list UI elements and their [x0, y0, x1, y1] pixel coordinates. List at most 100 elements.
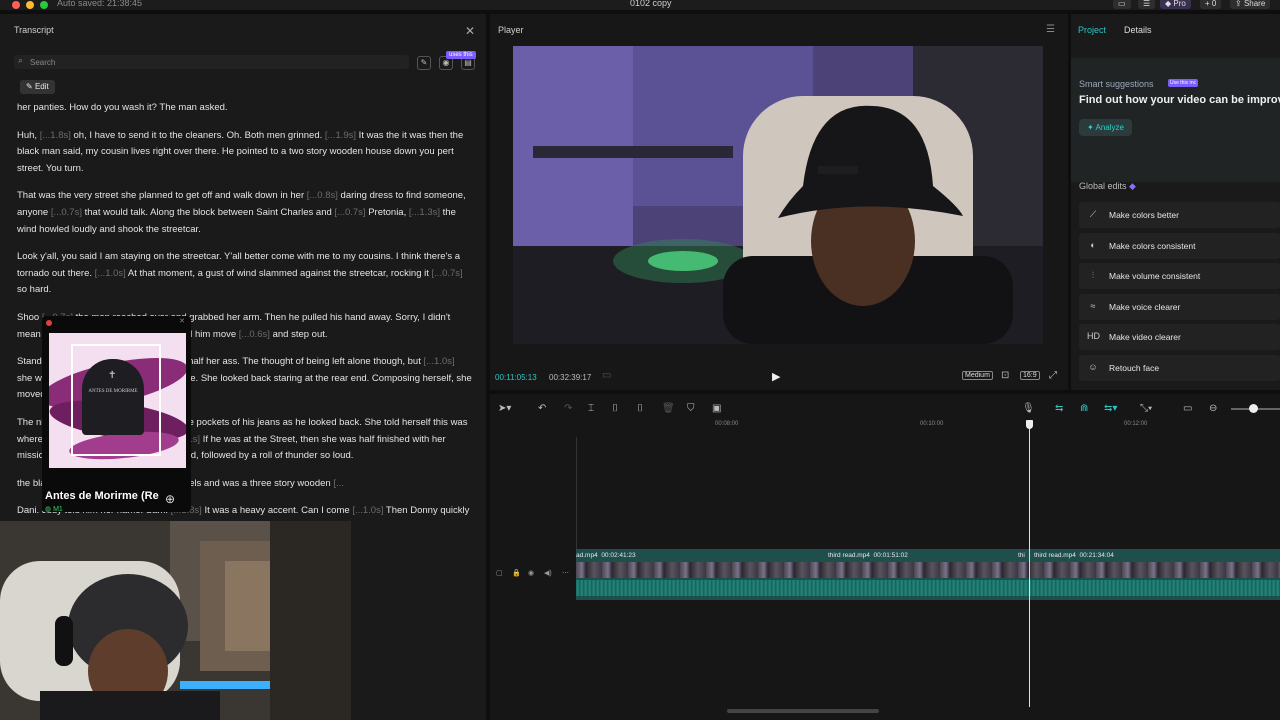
timeline-scrollbar[interactable] [727, 709, 879, 713]
add-icon[interactable]: ⊕ [165, 492, 175, 506]
tab-project[interactable]: Project [1078, 25, 1106, 35]
global-edit-item[interactable]: ⫶ Make volume consistent [1079, 263, 1280, 289]
transcript-title: Transcript [14, 25, 54, 35]
zoom-slider-handle[interactable] [1249, 404, 1258, 413]
snap-icon[interactable]: ⇆▾ [1104, 403, 1117, 414]
transcript-text-run[interactable]: oh, I have to send it to the cleaners. O… [71, 130, 325, 141]
undo-icon[interactable]: ↶ [538, 403, 546, 414]
share-icon: ⇪ [1235, 0, 1242, 8]
magnet-icon[interactable]: ⋒ [1080, 403, 1088, 414]
redo-icon[interactable]: ↷ [564, 403, 572, 414]
search-input[interactable] [30, 55, 400, 69]
speaker-icon[interactable]: ◀) [544, 569, 552, 577]
zoom-out-icon[interactable]: ⊖ [1209, 403, 1217, 414]
transcript-paragraph[interactable]: Huh, [...1.8s] oh, I have to send it to … [17, 128, 472, 178]
lock-icon[interactable]: 🔒 [512, 569, 521, 577]
pause-marker[interactable]: [...1.8s] [40, 130, 71, 141]
split-right-icon[interactable]: ⌷ [637, 403, 643, 414]
global-edit-item[interactable]: ⟋ Make colors better [1079, 202, 1280, 228]
pause-marker[interactable]: [...1.0s] [95, 268, 126, 279]
music-card[interactable]: ✕ ANTES DE MORIRME ✝ Antes de Morirme (R… [42, 316, 191, 512]
credits-button[interactable]: + 0 [1200, 0, 1222, 9]
layout-icon[interactable]: ▭ [1113, 0, 1131, 9]
select-tool-icon[interactable]: ➤▾ [498, 403, 511, 414]
transcript-text-run[interactable]: Shoo [17, 312, 42, 323]
album-text: ANTES DE MORIRME [88, 389, 138, 394]
menu-icon[interactable]: ☰ [1046, 24, 1055, 35]
split-icon[interactable]: ⌶ [588, 403, 594, 414]
close-window-button[interactable] [12, 1, 20, 9]
shield-icon[interactable]: ⛉ [687, 403, 695, 414]
transcript-text-run[interactable]: and step out. [270, 329, 328, 340]
panels-icon[interactable]: ☰ [1138, 0, 1156, 9]
transcript-text-run[interactable]: so hard. [17, 284, 51, 295]
playhead[interactable] [1029, 421, 1030, 707]
transcript-paragraph[interactable]: her panties. How do you wash it? The man… [17, 100, 472, 117]
transcript-paragraph[interactable]: That was the very street she planned to … [17, 188, 472, 238]
play-button[interactable]: ▶ [772, 370, 780, 383]
video-track[interactable]: ad.mp4 00:02:41:23 third read.mp4 00:01:… [576, 549, 1280, 600]
transcript-search[interactable]: ⌕ [14, 55, 409, 69]
delete-icon[interactable]: 🗑 [662, 403, 675, 414]
share-button[interactable]: ⇪ Share [1230, 0, 1271, 9]
transcript-text-run[interactable]: Then Donny quickly [383, 505, 469, 516]
global-edit-item[interactable]: ☺ Retouch face [1079, 354, 1280, 381]
transcript-text-run[interactable]: that would talk. Along the block between… [82, 207, 334, 218]
pause-marker[interactable]: [...1.3s] [409, 207, 440, 218]
eye-icon[interactable]: ◉ [528, 569, 534, 577]
pause-marker[interactable]: [...0.8s] [307, 190, 338, 201]
quality-select[interactable]: Medium [962, 371, 993, 380]
song-artist: ◍ M1 [45, 506, 63, 512]
analyze-button[interactable]: ✦ Analyze [1079, 119, 1132, 136]
fullscreen-preview-icon[interactable]: ▭ [602, 370, 611, 381]
clip-label[interactable]: thi [1018, 552, 1025, 559]
pause-marker[interactable]: [...1.0s] [424, 356, 455, 367]
pause-marker[interactable]: [...0.6s] [239, 329, 270, 340]
project-name[interactable]: 0102 copy [630, 0, 672, 8]
video-preview[interactable] [513, 46, 1043, 344]
tab-details[interactable]: Details [1124, 25, 1152, 35]
split-left-icon[interactable]: ⌷ [612, 403, 618, 414]
pause-marker[interactable]: [...1.0s] [352, 505, 383, 516]
more-icon[interactable]: ⋯ [562, 569, 569, 577]
transcript-text-run[interactable]: At that moment, a gust of wind slammed a… [126, 268, 432, 279]
global-edit-item[interactable]: ≈ Make voice clearer [1079, 293, 1280, 320]
screenshot-icon[interactable]: ⊡ [1001, 370, 1009, 381]
clear-filler-icon[interactable]: ✎ [417, 56, 431, 70]
global-edit-label: Make colors consistent [1109, 240, 1196, 251]
clip-label[interactable]: third read.mp4 00:01:51:02 [828, 552, 908, 559]
transcript-text-run[interactable]: It was a heavy accent. Can I come [202, 505, 353, 516]
transcript-text-run[interactable]: Pretonia, [366, 207, 409, 218]
playhead-handle[interactable] [1026, 420, 1033, 429]
minimize-window-button[interactable] [26, 1, 34, 9]
fullscreen-icon[interactable]: ⤢ [1049, 370, 1057, 381]
pause-marker[interactable]: [... [333, 478, 344, 489]
link-icon[interactable]: ⇆ [1055, 403, 1063, 414]
clip-label[interactable]: ad.mp4 00:02:41:23 [576, 552, 636, 559]
global-edit-item[interactable]: ◐ Make colors consistent [1079, 232, 1280, 259]
clip-label[interactable]: third read.mp4 00:21:34:04 [1034, 552, 1114, 559]
pause-marker[interactable]: [...0.7s] [51, 207, 82, 218]
edit-button[interactable]: ✎ Edit [20, 80, 55, 94]
video-frame [513, 46, 1043, 344]
close-icon[interactable]: ✕ [179, 317, 185, 325]
pro-button[interactable]: ◆ Pro [1160, 0, 1191, 9]
transcript-text-run[interactable]: That was the very street she planned to … [17, 190, 307, 201]
transcript-paragraph[interactable]: Look y'all, you said I am staying on the… [17, 249, 472, 299]
caption-track-icon[interactable]: ▭ [1183, 403, 1192, 414]
maximize-window-button[interactable] [40, 1, 48, 9]
pause-marker[interactable]: [...0.7s] [334, 207, 365, 218]
transcript-text-run[interactable]: Huh, [17, 130, 40, 141]
song-title: Antes de Morirme (Re [45, 490, 159, 502]
aspect-ratio-select[interactable]: 16:9 [1020, 371, 1040, 380]
preview-axis-icon[interactable]: ⤡▾ [1140, 403, 1152, 414]
volume-bars-icon: ⫶ [1091, 270, 1095, 280]
close-icon[interactable]: ✕ [465, 24, 475, 38]
microphone-icon[interactable]: 🎙 [1022, 403, 1035, 414]
pause-marker[interactable]: [...1.9s] [325, 130, 356, 141]
pause-marker[interactable]: [...0.7s] [432, 268, 463, 279]
transcript-text-run[interactable]: her panties. How do you wash it? The man… [17, 102, 228, 113]
crop-icon[interactable]: ▣ [712, 403, 721, 414]
cover-icon[interactable]: ▢ [496, 569, 503, 577]
global-edit-item[interactable]: HD Make video clearer [1079, 324, 1280, 350]
